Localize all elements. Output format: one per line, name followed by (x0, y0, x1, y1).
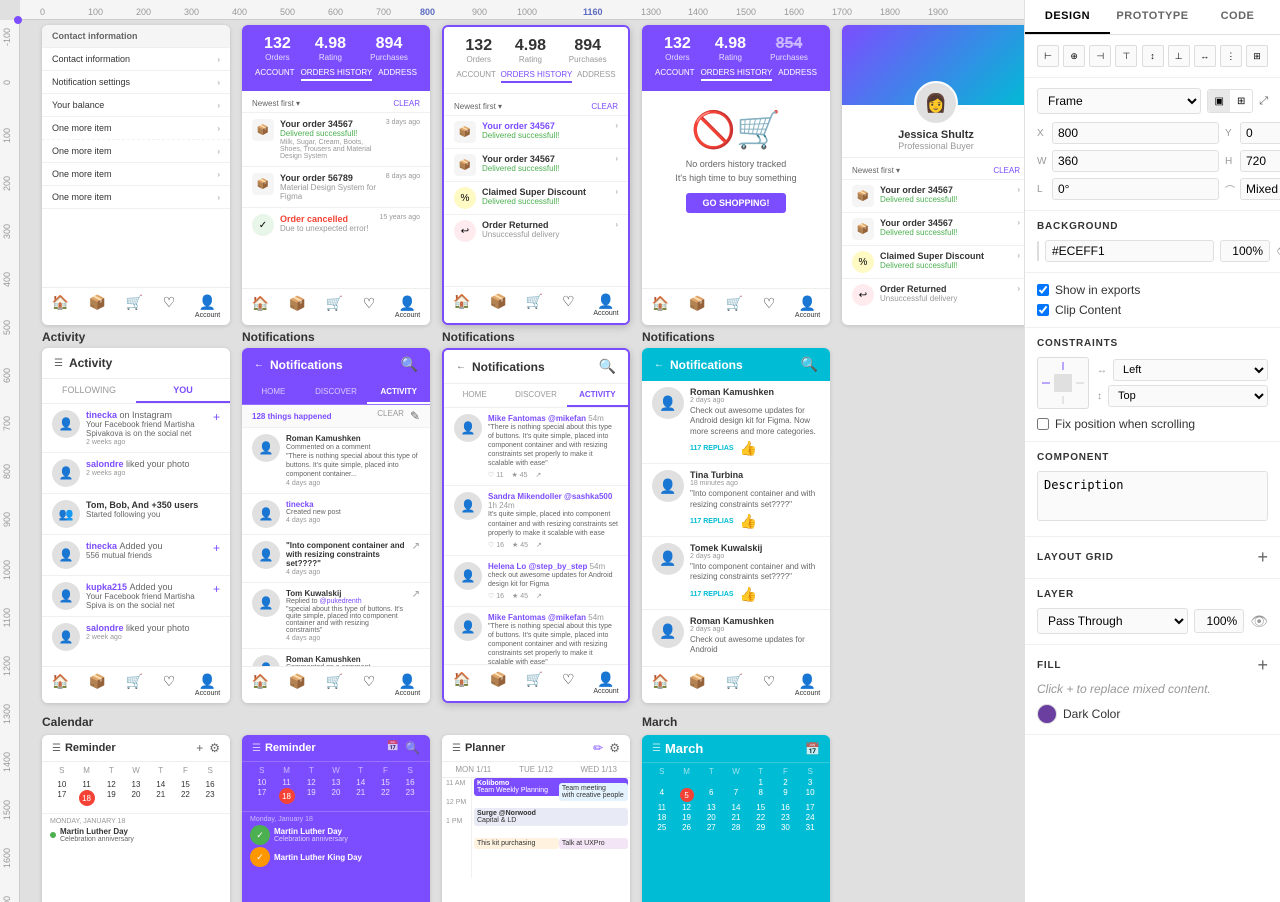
rotation-input[interactable] (1052, 178, 1219, 200)
align-tools: ⊢ ⊕ ⊣ ⊤ ↕ ⊥ ↔ ⋮ ⊞ (1025, 35, 1280, 78)
align-top[interactable]: ⊤ (1115, 45, 1137, 67)
phone-planner: ☰Planner ✏⚙ MON 1/11 TUE 1/12 WED 1/13 1… (442, 735, 630, 902)
v-constraint-arrow: ↕ (1097, 391, 1102, 402)
add-layout-grid-btn[interactable]: + (1257, 547, 1268, 568)
dark-color-circle[interactable] (1037, 704, 1057, 724)
constraints-visual (1037, 357, 1089, 409)
bg-opacity-input[interactable] (1220, 240, 1270, 262)
layout-grid-title: LAYOUT GRID (1037, 552, 1114, 563)
dark-color-label: Dark Color (1063, 707, 1120, 721)
fill-title: FILL (1037, 660, 1061, 671)
march-label: March (642, 715, 677, 729)
constraints-title: CONSTRAINTS (1037, 338, 1268, 349)
background-section: BACKGROUND 👁 (1025, 211, 1280, 273)
align-center-h[interactable]: ⊕ (1063, 45, 1085, 67)
phone-orders-purple: 132Orders 4.98Rating 894Purchases ACCOUN… (242, 25, 430, 325)
clip-content-label: Clip Content (1055, 303, 1121, 317)
align-center-v[interactable]: ↕ (1142, 45, 1164, 67)
phone-march: ☰March 📅 S M T W T F S 1 2 3 (642, 735, 830, 902)
y-label: Y (1225, 128, 1237, 139)
fill-section: FILL + Click + to replace mixed content.… (1025, 645, 1280, 735)
h-constraint-arrow: ↔ (1097, 365, 1107, 376)
resize-icon[interactable]: ⤢ (1259, 95, 1268, 108)
add-fill-btn[interactable]: + (1257, 655, 1268, 676)
background-title: BACKGROUND (1037, 221, 1268, 232)
phone-notifications-2: ←Notifications 🔍 HOME DISCOVER ACTIVITY … (442, 348, 630, 703)
phone-activity: ☰ Activity FOLLOWING YOU 👤 tinecka on In… (42, 348, 230, 703)
constraints-section: CONSTRAINTS ↔ LeftRightCenterScale ↕ Top… (1025, 328, 1280, 442)
frame-type-select[interactable]: Frame (1037, 88, 1201, 114)
frame-view-toggle[interactable]: ▣ ⊞ (1207, 89, 1253, 113)
h-constraint-select[interactable]: LeftRightCenterScale (1113, 359, 1268, 381)
phone-jessica: 👩 Jessica Shultz Professional Buyer Newe… (842, 25, 1024, 325)
corner-label: ⌒ (1225, 182, 1237, 197)
notifications-label-3: Notifications (642, 330, 715, 344)
phone-calendar-1: ☰Reminder +⚙ S M T W T F S 10 11 12 (42, 735, 230, 902)
align-right[interactable]: ⊣ (1089, 45, 1111, 67)
bg-visibility-toggle[interactable]: 👁 (1276, 243, 1280, 260)
canvas-scroll[interactable]: Activity Notifications Notifications Not… (20, 20, 1024, 902)
distribute-v[interactable]: ⋮ (1220, 45, 1242, 67)
component-section: COMPONENT Description (1025, 442, 1280, 537)
layer-blend-select[interactable]: Pass Through Normal Multiply Screen (1037, 608, 1188, 634)
v-constraint-select[interactable]: TopBottomCenterScale (1108, 385, 1268, 407)
y-input[interactable] (1240, 122, 1280, 144)
bg-color-swatch[interactable] (1037, 241, 1039, 261)
rotation-label: L (1037, 184, 1049, 195)
component-description[interactable]: Description (1037, 471, 1268, 521)
x-label: X (1037, 128, 1049, 139)
align-bottom[interactable]: ⊥ (1168, 45, 1190, 67)
corner-input[interactable] (1240, 178, 1280, 200)
phone-notifications-1: ←Notifications 🔍 HOME DISCOVER ACTIVITY … (242, 348, 430, 703)
activity-section-label: Activity (42, 330, 85, 344)
small-dot (14, 16, 22, 24)
fix-scroll-label: Fix position when scrolling (1055, 417, 1195, 431)
show-exports-checkbox[interactable] (1037, 284, 1049, 296)
x-input[interactable] (1052, 122, 1219, 144)
h-input[interactable] (1240, 150, 1280, 172)
calendar-section-label: Calendar (42, 715, 93, 729)
layer-visibility-icon[interactable]: 👁 (1250, 613, 1268, 630)
tab-code[interactable]: CODE (1195, 0, 1280, 34)
clip-content-checkbox[interactable] (1037, 304, 1049, 316)
fix-scroll-checkbox[interactable] (1037, 418, 1049, 430)
w-label: W (1037, 156, 1049, 167)
fill-placeholder-text: Click + to replace mixed content. (1037, 682, 1268, 696)
frame-section: Frame ▣ ⊞ ⤢ X Y W H (1025, 78, 1280, 211)
phone-orders-empty: 132Orders 4.98Rating 854Purchases ACCOUN… (642, 25, 830, 325)
ruler-horizontal: 0 100 200 300 400 500 600 700 800 900 10… (20, 0, 1024, 20)
bg-hex-input[interactable] (1045, 240, 1214, 262)
panel-tabs: DESIGN PROTOTYPE CODE (1025, 0, 1280, 35)
show-exports-label: Show in exports (1055, 283, 1140, 297)
component-title: COMPONENT (1037, 452, 1268, 463)
tab-prototype[interactable]: PROTOTYPE (1110, 0, 1195, 34)
layer-section: LAYER Pass Through Normal Multiply Scree… (1025, 579, 1280, 645)
notifications-label-2: Notifications (442, 330, 515, 344)
layout-grid-section: LAYOUT GRID + (1025, 537, 1280, 579)
distribute-h[interactable]: ↔ (1194, 45, 1216, 67)
phone-orders-history: 132Orders 4.98Rating 894Purchases ACCOUN… (442, 25, 630, 325)
notifications-label-1: Notifications (242, 330, 315, 344)
tidy-up[interactable]: ⊞ (1246, 45, 1268, 67)
layer-opacity-input[interactable] (1194, 609, 1244, 633)
phone-calendar-2: ☰Reminder 📅🔍 S M T W T F S 10 11 12 13 (242, 735, 430, 902)
layer-title: LAYER (1037, 589, 1268, 600)
ruler-vertical: -100 0 100 200 300 400 500 600 700 800 9… (0, 20, 20, 902)
export-options: Show in exports Clip Content (1025, 273, 1280, 328)
phone-sidebar: Contact information Contact information›… (42, 25, 230, 325)
phone-notifications-3: ←Notifications 🔍 👤 Roman Kamushken2 days… (642, 348, 830, 703)
w-input[interactable] (1052, 150, 1219, 172)
h-label: H (1225, 156, 1237, 167)
align-left[interactable]: ⊢ (1037, 45, 1059, 67)
tab-design[interactable]: DESIGN (1025, 0, 1110, 34)
